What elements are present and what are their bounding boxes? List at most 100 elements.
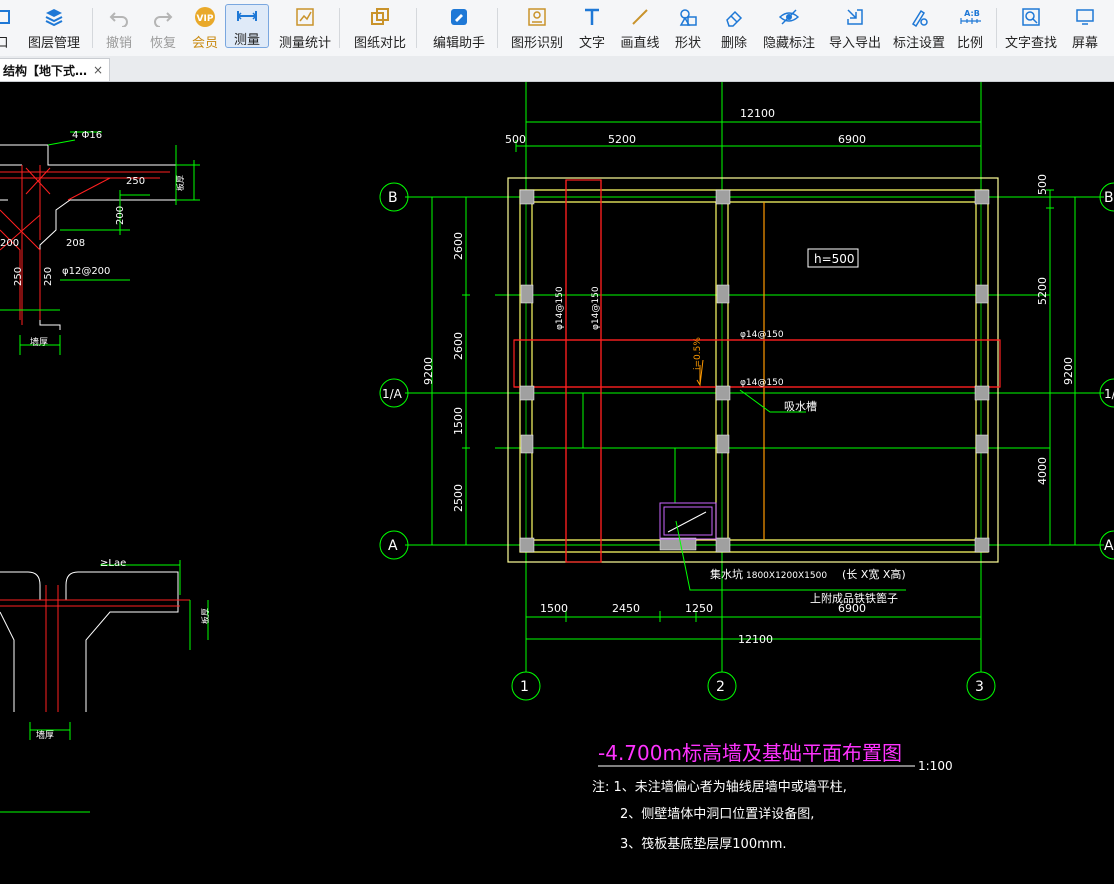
toolbar-measure-button[interactable]: 测量 — [225, 4, 269, 48]
toolbar-measure-stats-label: 测量统计 — [278, 36, 331, 51]
axis-label-rowA-right: A — [1104, 538, 1114, 554]
detail-top-d250: 250 — [126, 176, 145, 187]
shapes-icon — [677, 6, 699, 28]
toolbar-undo-button[interactable]: 撤销 — [99, 0, 139, 56]
rebar-label-1: φ14@150 — [555, 286, 565, 330]
detail-top-d208: 208 — [66, 238, 85, 249]
toolbar-line-button[interactable]: 画直线 — [618, 0, 662, 56]
note-line-2: 2、侧壁墙体中洞口位置详设备图, — [620, 806, 814, 822]
detail-bottom-beam: 板厚 — [200, 608, 210, 624]
text-icon — [581, 6, 603, 28]
toolbar-screen-button[interactable]: 屏幕 — [1065, 0, 1105, 56]
detail-bottom-lae: ≥Lae — [100, 558, 126, 569]
axis-label-rowB: B — [388, 190, 398, 206]
window-icon — [0, 6, 13, 28]
scale-icon: A:B — [959, 6, 981, 28]
detail-top-wall: 墙厚 — [30, 336, 48, 348]
detail-bottom-wall: 墙厚 — [36, 729, 54, 741]
screen-icon — [1074, 6, 1096, 28]
document-tab[interactable]: 结构【地下式… × — [0, 58, 110, 81]
pit-label: 集水坑 — [710, 567, 743, 581]
toolbar-hide-annotation-button[interactable]: 隐藏标注 — [760, 0, 818, 56]
plan-walls — [507, 177, 1001, 563]
toolbar-redo-button[interactable]: 恢复 — [143, 0, 183, 56]
scale-badge-text: A:B — [964, 9, 980, 18]
axis-label-col1: 1 — [520, 679, 529, 695]
toolbar-compare-label: 图纸对比 — [353, 36, 406, 51]
detail-top-beam: 板厚 — [175, 175, 185, 191]
toolbar-edit-assistant-label: 编辑助手 — [432, 36, 485, 51]
toolbar-separator — [416, 8, 417, 48]
toolbar-separator — [497, 8, 498, 48]
bottom-dim-1250: 1250 — [685, 602, 713, 615]
toolbar-text-search-label: 文字查找 — [1004, 36, 1057, 51]
measure-stats-icon — [294, 6, 316, 28]
drawing-canvas[interactable]: 4 Φ16 250 板厚 200 200 208 φ12@200 250 250… — [0, 82, 1114, 880]
bottom-dim-total: 12100 — [738, 633, 773, 646]
line-icon — [629, 6, 651, 28]
pit-note-label: 上附成品铁铁篦子 — [810, 591, 898, 605]
plan-columns — [519, 189, 990, 553]
toolbar-import-export-label: 导入导出 — [828, 36, 881, 51]
layers-icon — [43, 6, 65, 28]
toolbar-measure-label: 测量 — [233, 33, 260, 48]
toolbar-layers-button[interactable]: 图层管理 — [22, 0, 86, 56]
toolbar-vip-label: 会员 — [191, 36, 218, 51]
pit-dims-label: (长 X宽 X高) — [842, 567, 906, 581]
toolbar-screen-label: 屏幕 — [1071, 36, 1098, 51]
rebar-label-2: φ14@150 — [591, 286, 601, 330]
axis-label-col2: 2 — [716, 679, 725, 695]
toolbar-edit-assistant-button[interactable]: 编辑助手 — [427, 0, 491, 56]
cad-drawing: 4 Φ16 250 板厚 200 200 208 φ12@200 250 250… — [0, 82, 1114, 852]
axis-label-rowA: A — [388, 538, 398, 554]
detail-top-d250c: 250 — [43, 267, 54, 286]
top-dim-5200: 5200 — [608, 133, 636, 146]
toolbar-measure-stats-button[interactable]: 测量统计 — [277, 0, 333, 56]
detail-top-d200: 200 — [115, 206, 126, 225]
vip-icon: VIP — [194, 6, 216, 28]
left-top-detail: 4 Φ16 250 板厚 200 200 208 φ12@200 250 250… — [0, 130, 200, 355]
top-dim-total: 12100 — [740, 107, 775, 120]
toolbar-scale-label: 比例 — [956, 36, 983, 51]
toolbar-shapes-button[interactable]: 形状 — [668, 0, 708, 56]
bottom-dim-1500: 1500 — [540, 602, 568, 615]
main-toolbar: 口 图层管理 撤销 恢复 VIP 会员 测量 测量统计 图纸对比 编辑助手 图形… — [0, 0, 1114, 57]
detail-top-rebar: 4 Φ16 — [72, 130, 102, 141]
toolbar-window-label: 口 — [0, 32, 9, 51]
bottom-dim-2450: 2450 — [612, 602, 640, 615]
drawing-scale: 1:100 — [918, 759, 953, 773]
annotation-settings-icon — [908, 6, 930, 28]
left-dim-2500: 2500 — [452, 484, 465, 512]
document-tab-title: 结构【地下式… — [3, 63, 88, 78]
axis-label-rowA1: 1/A — [382, 387, 403, 401]
rebar-label-3: φ14@150 — [740, 330, 784, 340]
note-line-1: 注: 1、未注墙偏心者为轴线居墙中或墙平柱, — [592, 780, 847, 795]
text-search-icon — [1020, 6, 1042, 28]
toolbar-import-export-button[interactable]: 导入导出 — [826, 0, 884, 56]
close-icon[interactable]: × — [93, 63, 103, 77]
toolbar-window-button[interactable]: 口 — [0, 0, 12, 56]
left-dim-1500: 1500 — [452, 407, 465, 435]
toolbar-text-button[interactable]: 文字 — [572, 0, 612, 56]
compare-icon — [369, 6, 391, 28]
toolbar-shape-recognition-button[interactable]: 图形识别 — [508, 0, 566, 56]
toolbar-delete-label: 删除 — [720, 36, 747, 51]
pit-and-annotations — [659, 248, 906, 591]
shape-recognition-icon — [526, 6, 548, 28]
toolbar-delete-button[interactable]: 删除 — [714, 0, 754, 56]
toolbar-undo-label: 撤销 — [105, 36, 132, 51]
toolbar-annotation-settings-button[interactable]: 标注设置 — [890, 0, 948, 56]
drawing-title: -4.700m标高墙及基础平面布置图 — [598, 741, 902, 765]
axis-label-rowA1-right: 1/A — [1104, 387, 1114, 401]
h500-label: h=500 — [814, 252, 855, 266]
axis-label-col3: 3 — [975, 679, 984, 695]
toolbar-separator — [92, 8, 93, 48]
left-dim-total: 9200 — [422, 357, 435, 385]
toolbar-text-search-button[interactable]: 文字查找 — [1003, 0, 1059, 56]
toolbar-vip-button[interactable]: VIP 会员 — [187, 0, 223, 56]
toolbar-scale-button[interactable]: A:B 比例 — [950, 0, 990, 56]
pit-size-label: 1800X1200X1500 — [746, 571, 827, 581]
detail-top-d250b: 250 — [13, 267, 24, 286]
axis-label-rowB-right: B — [1104, 190, 1114, 206]
toolbar-compare-button[interactable]: 图纸对比 — [350, 0, 410, 56]
